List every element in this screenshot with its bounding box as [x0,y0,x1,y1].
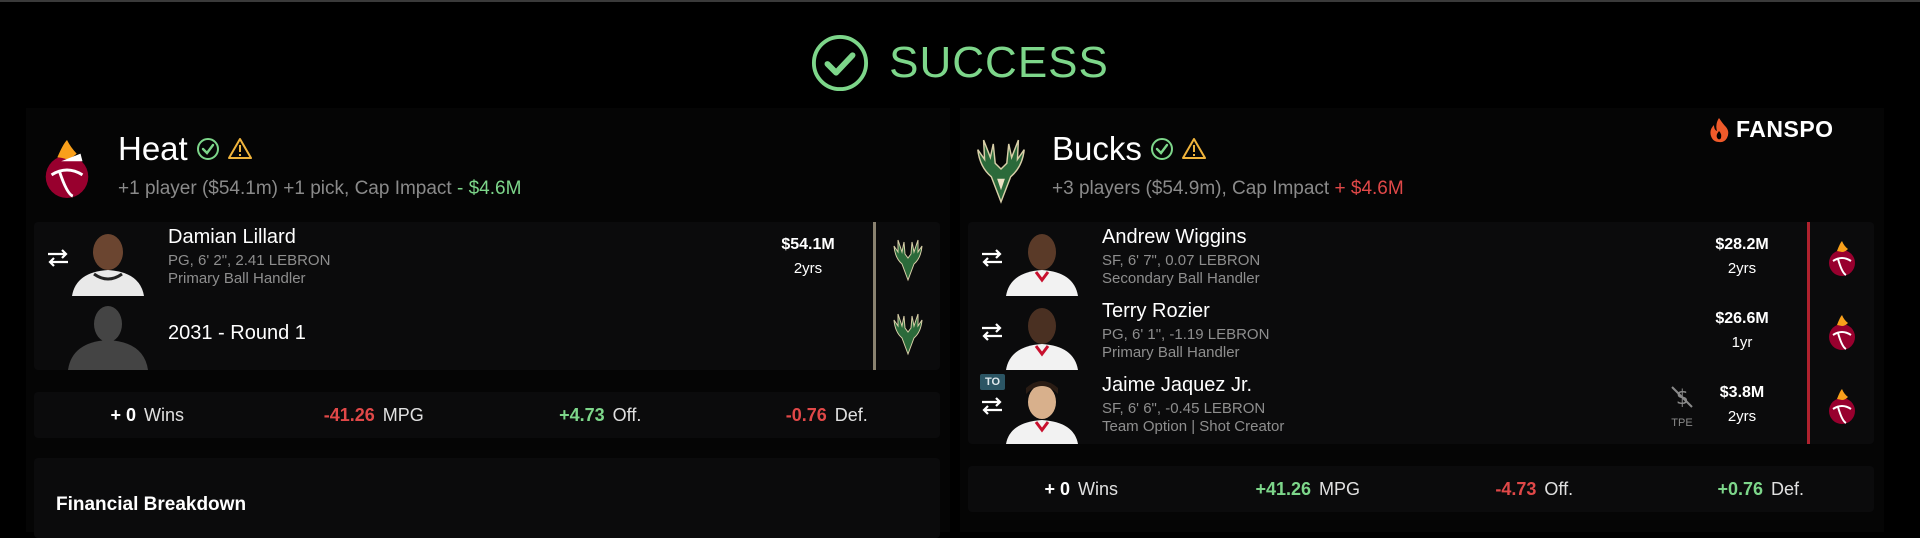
no-dollar-icon: $ [1671,385,1693,409]
trade-status-banner: SUCCESS [0,30,1920,96]
player-photo [1006,308,1078,370]
valid-check-icon[interactable] [1150,137,1174,161]
team-panel-bucks: FANSPO Bucks +3 players ($54.9m), Cap Im… [960,108,1884,532]
list-item[interactable]: Terry Rozier PG, 6' 1", -1.19 LEBRON Pri… [968,296,1874,370]
placeholder-avatar [68,306,148,370]
contract-years: 2yrs [1727,408,1757,425]
warning-icon[interactable] [227,137,252,161]
team-name: Bucks [1052,130,1142,167]
outgoing-assets-list: Andrew Wiggins SF, 6' 7", 0.07 LEBRON Se… [968,222,1874,444]
financial-breakdown-title: Financial Breakdown [56,494,247,515]
contract-info: $3.8M 2yrs [1702,384,1782,425]
cap-impact-value: + $4.6M [1334,178,1404,199]
heat-logo-icon [45,140,89,199]
cap-impact-summary: +3 players ($54.9m), Cap Impact + $4.6M [1052,178,1404,199]
destination-team[interactable] [1807,296,1874,370]
bucks-logo-icon [893,313,923,356]
stat-wins: + 0 Wins [110,404,185,425]
contract-years: 2yrs [793,260,823,277]
player-role: Team Option | Shot Creator [1102,418,1285,435]
top-border [0,0,1920,2]
heat-logo-icon [1829,389,1855,424]
contract-info: $28.2M 2yrs [1702,236,1782,277]
tpe-label: TPE [1671,417,1693,429]
contract-years: 1yr [1731,334,1753,351]
salary-value: $54.1M [781,236,835,253]
salary-value: $3.8M [1719,384,1765,401]
financial-breakdown-section[interactable]: Financial Breakdown [34,458,940,538]
brand-name: FANSPO [1736,116,1834,142]
impact-stats: + 0 Wins +41.26 MPG -4.73 Off. +0.76 Def. [968,466,1874,512]
team-name: Heat [118,130,188,167]
team-header: Heat +1 player ($54.1m) +1 pick, Cap Imp… [38,130,521,210]
heat-logo-icon [1829,315,1855,350]
bucks-logo-icon [977,139,1025,204]
player-details: SF, 6' 6", -0.45 LEBRON [1102,400,1266,417]
check-circle-icon [812,34,869,92]
team-header: Bucks +3 players ($54.9m), Cap Impact + … [972,130,1404,210]
cap-impact-value: - $4.6M [457,178,522,199]
contract-info: $54.1M 2yrs [768,236,848,277]
stat-defense: +0.76 Def. [1717,478,1805,499]
player-details: SF, 6' 7", 0.07 LEBRON [1102,252,1261,269]
bucks-logo-icon [893,239,923,282]
status-label: SUCCESS [889,38,1109,87]
player-name[interactable]: Terry Rozier [1102,300,1269,323]
stat-mpg: -41.26 MPG [323,404,424,425]
stat-offense: -4.73 Off. [1495,478,1574,499]
player-photo [1006,234,1078,296]
flame-icon [1710,117,1729,142]
player-role: Secondary Ball Handler [1102,270,1260,287]
player-role: Primary Ball Handler [168,270,306,287]
impact-stats: + 0 Wins -41.26 MPG +4.73 Off. -0.76 Def. [34,392,940,438]
heat-logo-icon [1829,241,1855,276]
list-item[interactable]: 2031 - Round 1 [34,296,940,370]
player-details: PG, 6' 2", 2.41 LEBRON [168,252,331,269]
cap-impact-summary: +1 player ($54.1m) +1 pick, Cap Impact -… [118,178,522,199]
stat-offense: +4.73 Off. [559,404,642,425]
tpe-indicator[interactable]: $ TPE [1664,384,1700,429]
stat-mpg: +41.26 MPG [1255,478,1361,499]
player-name[interactable]: Damian Lillard [168,226,330,249]
team-panel-heat: Heat +1 player ($54.1m) +1 pick, Cap Imp… [26,108,950,538]
player-photo [72,234,144,296]
list-item[interactable]: Andrew Wiggins SF, 6' 7", 0.07 LEBRON Se… [968,222,1874,296]
outgoing-assets-list: Damian Lillard PG, 6' 2", 2.41 LEBRON Pr… [34,222,940,370]
player-role: Primary Ball Handler [1102,344,1240,361]
warning-icon[interactable] [1181,137,1206,161]
stat-wins: + 0 Wins [1044,478,1119,499]
destination-team[interactable] [1807,222,1874,296]
destination-team[interactable] [873,296,940,370]
player-name[interactable]: Jaime Jaquez Jr. [1102,374,1284,397]
player-details: PG, 6' 1", -1.19 LEBRON [1102,326,1270,343]
draft-pick-label[interactable]: 2031 - Round 1 [168,322,306,345]
contract-years: 2yrs [1727,260,1757,277]
list-item[interactable]: TO Jaime Jaquez Jr. SF, 6' 6", -0.45 LEB… [968,370,1874,444]
fanspo-brand: FANSPO [1708,116,1834,143]
list-item[interactable]: Damian Lillard PG, 6' 2", 2.41 LEBRON Pr… [34,222,940,296]
stat-defense: -0.76 Def. [785,404,868,425]
contract-info: $26.6M 1yr [1702,310,1782,351]
player-photo [1006,381,1078,444]
player-name[interactable]: Andrew Wiggins [1102,226,1260,249]
destination-team[interactable] [1807,370,1874,444]
salary-value: $26.6M [1715,310,1769,327]
valid-check-icon[interactable] [196,137,220,161]
salary-value: $28.2M [1715,236,1769,253]
destination-team[interactable] [873,222,940,296]
